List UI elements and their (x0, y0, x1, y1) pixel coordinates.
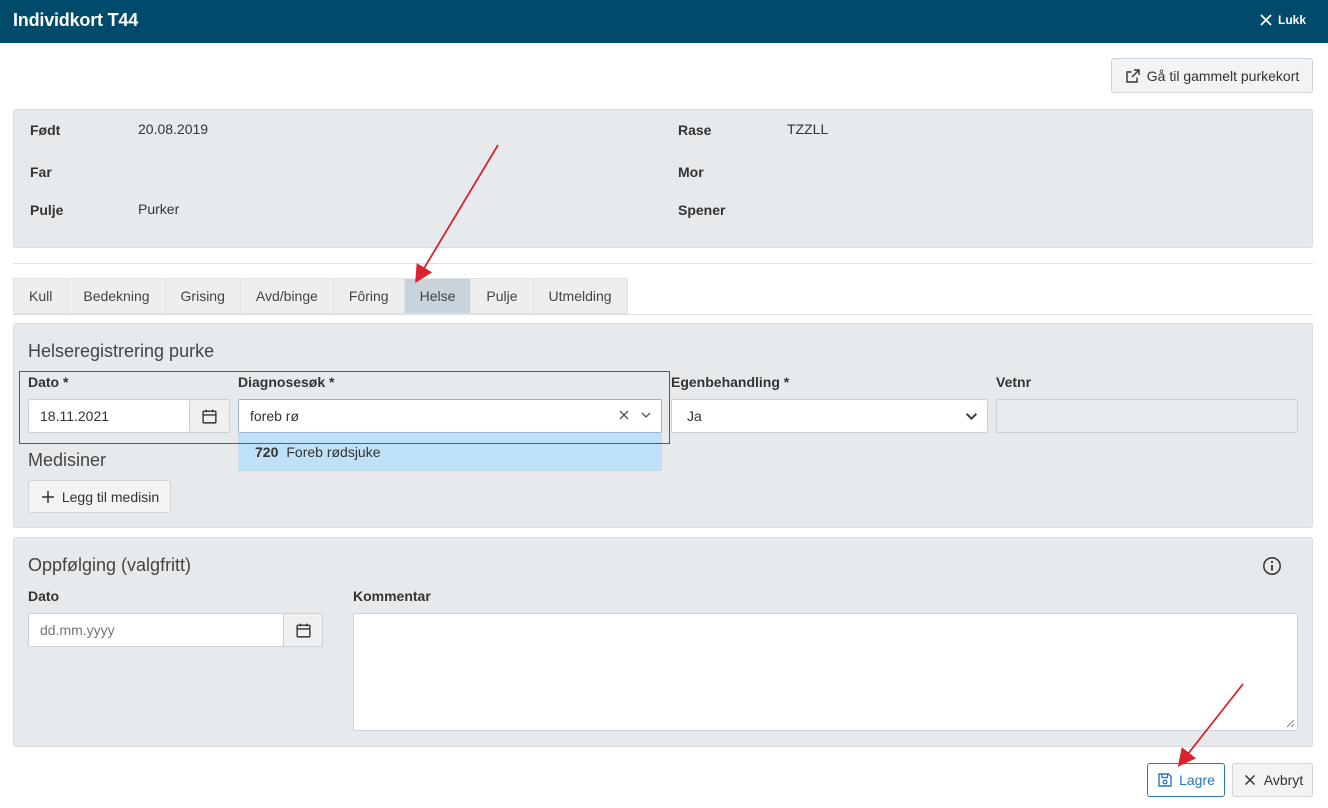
tab-bar: Kull Bedekning Grising Avd/binge Fôring … (13, 278, 628, 314)
tab-kull[interactable]: Kull (13, 278, 68, 314)
diagnosis-label: Diagnosesøk * (238, 374, 335, 390)
section-divider (13, 263, 1313, 264)
chevron-down-icon (965, 413, 978, 421)
window-title: Individkort T44 (13, 10, 139, 30)
add-medicine-label: Legg til medisin (61, 488, 160, 505)
pool-label: Pulje (30, 202, 64, 218)
resize-handle-icon[interactable] (1285, 718, 1295, 728)
comment-label: Kommentar (353, 588, 431, 604)
save-icon (1158, 773, 1172, 787)
calendar-icon (295, 623, 311, 638)
date-label: Dato * (28, 374, 69, 390)
born-label: Født (30, 122, 61, 138)
close-label: Lukk (1277, 13, 1306, 27)
vet-input[interactable] (996, 399, 1298, 433)
calendar-icon (202, 409, 217, 424)
mother-label: Mor (678, 164, 704, 180)
close-icon (1260, 14, 1272, 26)
self-treatment-label: Egenbehandling * (671, 374, 790, 390)
born-value: 20.08.2019 (138, 121, 209, 137)
tab-pulje[interactable]: Pulje (470, 278, 533, 314)
vet-label: Vetnr (996, 374, 1032, 390)
diagnosis-option[interactable]: 720 Foreb rødsjuke (238, 433, 662, 471)
followup-date-label: Dato (28, 588, 60, 604)
tab-helse[interactable]: Helse (403, 278, 471, 314)
breed-value: TZZLL (787, 121, 829, 137)
date-picker-button[interactable] (189, 399, 230, 433)
date-input[interactable]: 18.11.2021 (28, 399, 190, 433)
feeder-label: Spener (678, 202, 726, 218)
close-icon (1244, 774, 1255, 786)
chevron-down-icon[interactable] (639, 408, 653, 422)
external-link-icon (1126, 68, 1140, 83)
followup-title: Oppfølging (valgfritt) (28, 555, 192, 575)
cancel-button[interactable]: Avbryt (1232, 763, 1313, 797)
clear-icon[interactable] (617, 408, 631, 422)
health-title: Helseregistrering purke (28, 341, 215, 361)
breed-label: Rase (678, 122, 712, 138)
save-label: Lagre (1179, 772, 1215, 788)
self-treatment-value: Ja (687, 408, 702, 424)
tab-bedekning[interactable]: Bedekning (67, 278, 165, 314)
old-card-label: Gå til gammelt purkekort (1146, 67, 1300, 84)
tab-grising[interactable]: Grising (164, 278, 240, 314)
diagnosis-search-input[interactable]: foreb rø (238, 399, 662, 433)
add-medicine-button[interactable]: Legg til medisin (28, 480, 171, 513)
cancel-label: Avbryt (1263, 772, 1304, 788)
old-card-button[interactable]: Gå til gammelt purkekort (1111, 58, 1313, 93)
diagnosis-option-code: 720 (255, 444, 279, 460)
tab-avd-binge[interactable]: Avd/binge (239, 278, 333, 314)
father-label: Far (30, 164, 52, 180)
diagnosis-search-value: foreb rø (250, 408, 300, 424)
medicines-title: Medisiner (28, 450, 107, 470)
tab-underline (13, 314, 1313, 315)
tab-foring[interactable]: Fôring (332, 278, 404, 314)
save-button[interactable]: Lagre (1147, 763, 1225, 797)
window-titlebar: Individkort T44 Lukk (0, 0, 1328, 43)
diagnosis-option-name: Foreb rødsjuke (286, 444, 381, 460)
plus-icon (41, 490, 54, 503)
tab-utmelding[interactable]: Utmelding (532, 278, 628, 314)
comment-textarea[interactable] (353, 613, 1298, 731)
info-icon[interactable] (1262, 556, 1282, 576)
pool-value: Purker (138, 201, 180, 217)
close-button[interactable]: Lukk (1258, 12, 1306, 28)
self-treatment-select[interactable]: Ja (671, 399, 988, 433)
followup-date-picker-button[interactable] (283, 613, 323, 647)
followup-date-input[interactable] (28, 613, 284, 647)
